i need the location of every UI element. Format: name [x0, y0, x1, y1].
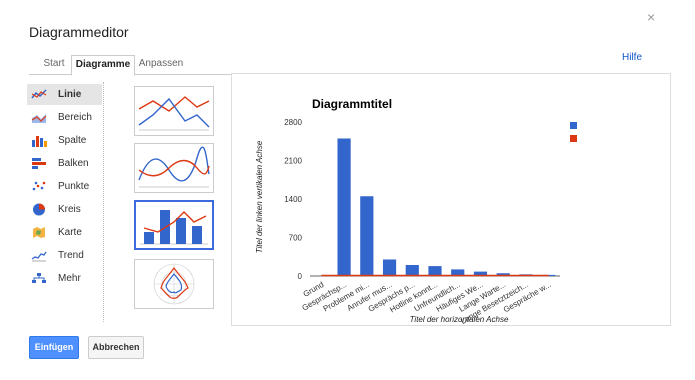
- chart-type-list: Linie Bereich Spalte Balken Punkte Kreis…: [27, 82, 104, 322]
- chart-type-scatter[interactable]: Punkte: [27, 176, 102, 197]
- chart-preview-graphic: Diagrammtitel Titel der horizontalen Ach…: [255, 97, 577, 326]
- y-tick-label: 1400: [284, 195, 302, 204]
- bar: [428, 266, 442, 276]
- y-tick-label: 700: [289, 234, 303, 243]
- chart-preview: Diagrammtitel Titel der horizontalen Ach…: [231, 73, 671, 326]
- chart-type-label: Karte: [58, 227, 82, 238]
- radar-thumbnail-graphic: [153, 263, 195, 305]
- chart-editor-dialog: Diagrammeditor × Hilfe Start Diagramme A…: [0, 0, 695, 380]
- chart-plot-area: 0700140021002800GrundGesprächsp...Proble…: [284, 118, 577, 326]
- bar: [360, 196, 374, 276]
- map-chart-icon: [33, 227, 45, 238]
- line-chart-thumbnail[interactable]: [134, 86, 214, 136]
- tab-bar: Start Diagramme Anpassen: [29, 55, 669, 76]
- bar-chart-icon: [32, 158, 46, 169]
- pie-chart-icon: [33, 203, 45, 216]
- bar: [382, 259, 397, 276]
- chart-type-column[interactable]: Spalte: [27, 130, 102, 151]
- line-thumbnail-graphic: [138, 96, 210, 131]
- chart-type-label: Mehr: [58, 273, 81, 284]
- bar: [337, 138, 351, 276]
- tab-charts[interactable]: Diagramme: [71, 55, 135, 76]
- area-chart-icon: [31, 114, 47, 123]
- legend-swatch-red: [570, 135, 577, 142]
- chart-type-label: Balken: [58, 158, 89, 169]
- chart-type-label: Trend: [58, 250, 84, 261]
- trend-chart-icon: [31, 251, 47, 262]
- more-charts-icon: [32, 273, 46, 283]
- chart-type-more[interactable]: Mehr: [27, 268, 102, 289]
- chart-type-label: Punkte: [58, 181, 90, 192]
- y-tick-label: 0: [298, 272, 303, 281]
- y-axis-title: Titel der linken vertikalen Achse: [255, 140, 264, 253]
- chart-type-label: Linie: [58, 89, 82, 100]
- chart-type-bar[interactable]: Balken: [27, 153, 102, 174]
- chart-type-line[interactable]: Linie: [27, 84, 102, 105]
- chart-type-area[interactable]: Bereich: [27, 107, 102, 128]
- chart-type-trend[interactable]: Trend: [27, 245, 102, 266]
- chart-type-label: Spalte: [58, 135, 87, 146]
- scatter-chart-icon: [32, 181, 46, 191]
- chart-title: Diagrammtitel: [312, 97, 392, 111]
- close-icon[interactable]: ×: [647, 9, 655, 25]
- cancel-button[interactable]: Abbrechen: [88, 336, 144, 359]
- tab-start[interactable]: Start: [39, 55, 69, 73]
- combo-thumbnail-graphic: [140, 210, 208, 245]
- y-tick-label: 2800: [284, 118, 302, 127]
- line-chart-icon: [31, 89, 47, 99]
- y-tick-label: 2100: [284, 157, 302, 166]
- insert-button[interactable]: Einfügen: [29, 336, 79, 359]
- radar-chart-thumbnail[interactable]: [134, 259, 214, 309]
- curved-line-chart-thumbnail[interactable]: [134, 143, 214, 193]
- tab-customize[interactable]: Anpassen: [135, 55, 187, 73]
- chart-type-label: Bereich: [58, 112, 92, 123]
- bar: [405, 265, 419, 276]
- dialog-title: Diagrammeditor: [29, 24, 129, 40]
- chart-type-map[interactable]: Karte: [27, 222, 102, 243]
- legend-swatch-blue: [570, 122, 577, 129]
- column-chart-icon: [32, 136, 47, 147]
- chart-type-label: Kreis: [58, 204, 81, 215]
- combo-chart-thumbnail[interactable]: [134, 200, 214, 250]
- chart-type-pie[interactable]: Kreis: [27, 199, 102, 220]
- curved-line-thumbnail-graphic: [138, 146, 210, 188]
